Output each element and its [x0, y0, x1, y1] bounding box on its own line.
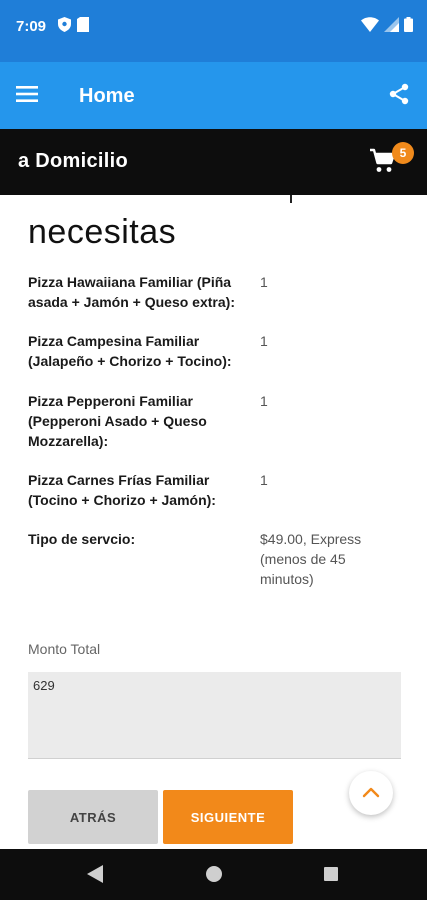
next-button[interactable]: SIGUIENTE — [163, 790, 293, 844]
order-item-quantity: 1 — [260, 274, 268, 290]
back-button[interactable]: ATRÁS — [28, 790, 158, 844]
scroll-to-top-button[interactable] — [349, 771, 393, 815]
cart-count-badge: 5 — [392, 142, 414, 164]
service-type-value: $49.00, Express (menos de 45 minutos) — [260, 531, 362, 587]
share-icon[interactable] — [387, 82, 415, 110]
status-bar: 7:09 — [0, 0, 427, 62]
recents-square-icon[interactable] — [324, 867, 338, 881]
status-left-icons — [58, 17, 89, 32]
app-bar: Home — [0, 62, 427, 129]
home-circle-icon[interactable] — [206, 866, 222, 882]
page-heading: necesitas — [28, 213, 177, 251]
order-item-label: Pizza Hawaiiana Familiar (Piña asada + J… — [28, 274, 235, 310]
app-title: Home — [79, 85, 135, 107]
sub-header: a Domicilio — [0, 129, 427, 195]
wifi-icon — [361, 17, 379, 32]
shield-icon — [58, 17, 71, 32]
order-item-quantity: 1 — [260, 472, 268, 488]
order-item-label: Pizza Campesina Familiar (Jalapeño + Cho… — [28, 333, 232, 369]
hamburger-menu-icon[interactable] — [16, 82, 46, 108]
signal-icon — [384, 17, 399, 32]
back-triangle-icon[interactable] — [87, 865, 103, 883]
order-item-quantity: 1 — [260, 333, 268, 349]
sub-header-title: a Domicilio — [18, 150, 128, 172]
sim-card-icon — [77, 17, 89, 32]
status-time: 7:09 — [16, 18, 47, 35]
total-amount-field[interactable]: 629 — [28, 672, 401, 759]
status-right-icons — [361, 17, 413, 32]
service-type-label: Tipo de servcio: — [28, 531, 136, 547]
text-cursor — [290, 195, 292, 203]
total-amount-label: Monto Total — [28, 641, 101, 657]
order-item-label: Pizza Carnes Frías Familiar (Tocino + Ch… — [28, 472, 216, 508]
order-item-quantity: 1 — [260, 393, 268, 409]
battery-icon — [404, 17, 413, 32]
chevron-up-icon — [362, 787, 380, 798]
system-nav-bar — [0, 849, 427, 900]
order-item-label: Pizza Pepperoni Familiar (Pepperoni Asad… — [28, 393, 207, 449]
